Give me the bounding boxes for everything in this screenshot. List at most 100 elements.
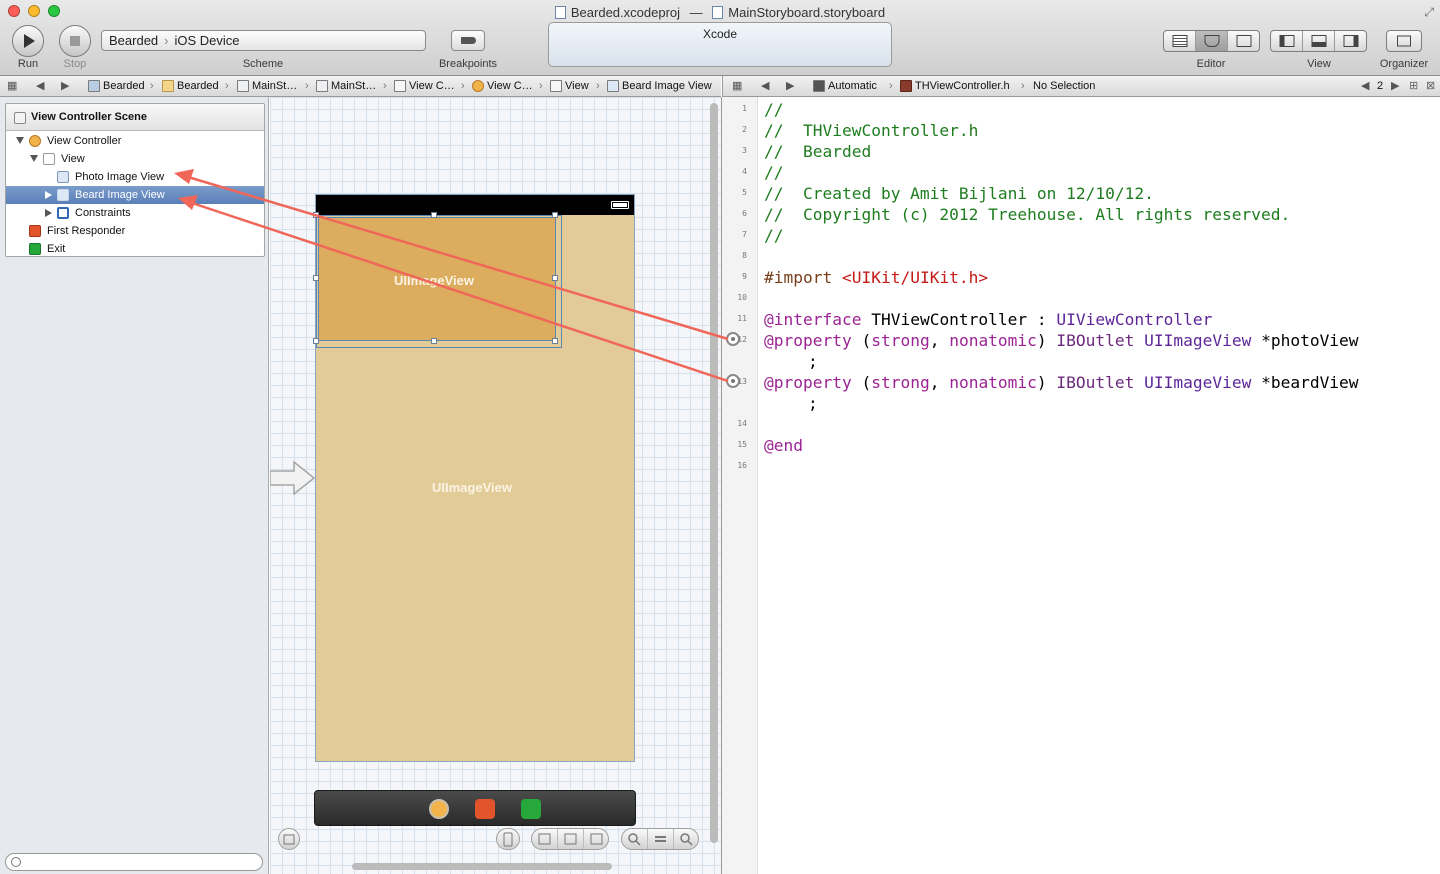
view-controller-icon[interactable]: [429, 799, 449, 819]
photo-image-view-label: UIImageView: [394, 273, 474, 288]
breakpoints-button[interactable]: [451, 30, 485, 51]
toggle-debug-area-button[interactable]: [1303, 31, 1335, 51]
storyboard-icon: [237, 80, 249, 92]
resize-handle[interactable]: [552, 338, 558, 344]
exit-icon[interactable]: [521, 799, 541, 819]
outline-item-label: Exit: [47, 243, 66, 255]
breadcrumb-view-controller[interactable]: View C…: [472, 76, 533, 96]
breadcrumb-storyboard-base[interactable]: MainSt…: [316, 76, 376, 96]
punctuation: ,: [929, 331, 950, 350]
breadcrumb-project[interactable]: Bearded: [88, 76, 145, 96]
storyboard-canvas[interactable]: UIImageView UIImageView: [270, 97, 722, 874]
zoom-in-button[interactable]: [674, 829, 699, 849]
scheme-popup[interactable]: Bearded › iOS Device: [101, 30, 426, 51]
breadcrumb-selection[interactable]: No Selection: [1033, 76, 1095, 96]
class-name: THViewController: [871, 310, 1028, 329]
disclosure-down-icon[interactable]: [30, 155, 38, 162]
outline-item-photo-image-view[interactable]: Photo Image View: [6, 168, 264, 186]
stop-button[interactable]: [59, 25, 91, 57]
first-responder-icon[interactable]: [475, 799, 495, 819]
align-button[interactable]: [532, 829, 558, 849]
scene-title: View Controller Scene: [31, 111, 147, 123]
resize-handle[interactable]: [313, 275, 319, 281]
version-editor-button[interactable]: [1228, 31, 1259, 51]
punctuation: ,: [929, 373, 950, 392]
breadcrumb-folder[interactable]: Bearded: [162, 76, 219, 96]
scheme-name: Bearded: [109, 33, 159, 48]
related-items-icon[interactable]: ▦: [7, 76, 17, 96]
back-button[interactable]: ◀: [36, 76, 44, 96]
document-outline-toggle[interactable]: [278, 828, 300, 850]
organizer-button[interactable]: [1386, 30, 1422, 52]
assistant-mode-popup[interactable]: Automatic: [813, 76, 877, 96]
outline-item-view-controller[interactable]: View Controller: [6, 132, 264, 150]
outline-item-view[interactable]: View: [6, 150, 264, 168]
stop-icon: [70, 36, 80, 46]
iphone-scene[interactable]: UIImageView UIImageView: [313, 194, 635, 762]
code-line-end: @end: [764, 436, 803, 455]
resize-handle[interactable]: [313, 338, 319, 344]
assistant-editor-button[interactable]: [1196, 31, 1228, 51]
outline-item-label: Photo Image View: [75, 171, 165, 183]
toolbar: Bearded.xcodeproj — MainStoryboard.story…: [0, 0, 1440, 76]
photo-image-view[interactable]: UIImageView: [318, 217, 556, 341]
line-number: 16: [737, 461, 747, 470]
breadcrumb-storyboard[interactable]: MainSt…: [237, 76, 297, 96]
keyword: @property: [764, 331, 852, 350]
related-items-icon[interactable]: ▦: [732, 76, 742, 96]
code-line-wrap: ;: [808, 352, 818, 371]
outline-filter-field[interactable]: [5, 853, 263, 871]
previous-counterpart-button[interactable]: ◀: [1361, 76, 1369, 96]
resize-handle[interactable]: [431, 338, 437, 344]
outline-item-exit[interactable]: Exit: [6, 240, 264, 256]
next-counterpart-button[interactable]: ▶: [1391, 76, 1399, 96]
resize-handle[interactable]: [431, 212, 437, 218]
breadcrumb-header-file[interactable]: THViewController.h: [900, 76, 1010, 96]
forward-button[interactable]: ▶: [61, 76, 69, 96]
disclosure-right-icon[interactable]: [45, 191, 52, 199]
forward-button[interactable]: ▶: [786, 76, 794, 96]
iboutlet-macro: IBOutlet: [1056, 373, 1135, 392]
pin-button[interactable]: [558, 829, 584, 849]
editor-label: Editor: [1196, 58, 1226, 70]
punctuation: ): [1036, 373, 1057, 392]
standard-editor-button[interactable]: [1164, 31, 1196, 51]
run-button[interactable]: [12, 25, 44, 57]
fullscreen-icon[interactable]: ⤢: [1424, 5, 1434, 20]
disclosure-right-icon[interactable]: [45, 209, 52, 217]
outlet-connection-indicator[interactable]: [726, 374, 740, 388]
line-number: 1: [742, 104, 747, 113]
horizontal-scrollbar[interactable]: [352, 863, 612, 870]
scene-header[interactable]: View Controller Scene: [6, 104, 264, 131]
zoom-out-button[interactable]: [622, 829, 648, 849]
toggle-navigator-button[interactable]: [1271, 31, 1303, 51]
zoom-controls: [621, 828, 699, 850]
outline-item-beard-image-view[interactable]: Beard Image View: [6, 186, 264, 204]
initial-scene-arrow-icon: [270, 461, 316, 495]
zoom-reset-button[interactable]: [648, 829, 674, 849]
resize-handle[interactable]: [313, 212, 319, 218]
chevron-right-icon: ›: [225, 80, 229, 92]
disclosure-down-icon[interactable]: [16, 137, 24, 144]
outline-item-first-responder[interactable]: First Responder: [6, 222, 264, 240]
line-number: 5: [742, 188, 747, 197]
close-editor-button[interactable]: ⊠: [1426, 76, 1435, 96]
outline-item-constraints[interactable]: Constraints: [6, 204, 264, 222]
breadcrumb-scene[interactable]: View C…: [394, 76, 455, 96]
line-number: 4: [742, 167, 747, 176]
breadcrumb-view[interactable]: View: [550, 76, 589, 96]
add-editor-button[interactable]: ⊞: [1409, 76, 1418, 96]
resize-handle[interactable]: [552, 275, 558, 281]
back-button[interactable]: ◀: [761, 76, 769, 96]
chevron-right-icon: ›: [596, 80, 600, 92]
vertical-scrollbar[interactable]: [710, 103, 718, 843]
outlet-connection-indicator[interactable]: [726, 332, 740, 346]
simulated-metrics-button[interactable]: [496, 828, 520, 850]
breadcrumb-beard-image-view[interactable]: Beard Image View: [607, 76, 712, 96]
stop-label: Stop: [63, 58, 87, 70]
toggle-utilities-button[interactable]: [1335, 31, 1366, 51]
breadcrumb-label: View: [565, 80, 589, 92]
resolve-layout-button[interactable]: [584, 829, 609, 849]
resize-handle[interactable]: [552, 212, 558, 218]
assistant-code-editor[interactable]: // // THViewController.h // Bearded // /…: [759, 97, 1440, 874]
